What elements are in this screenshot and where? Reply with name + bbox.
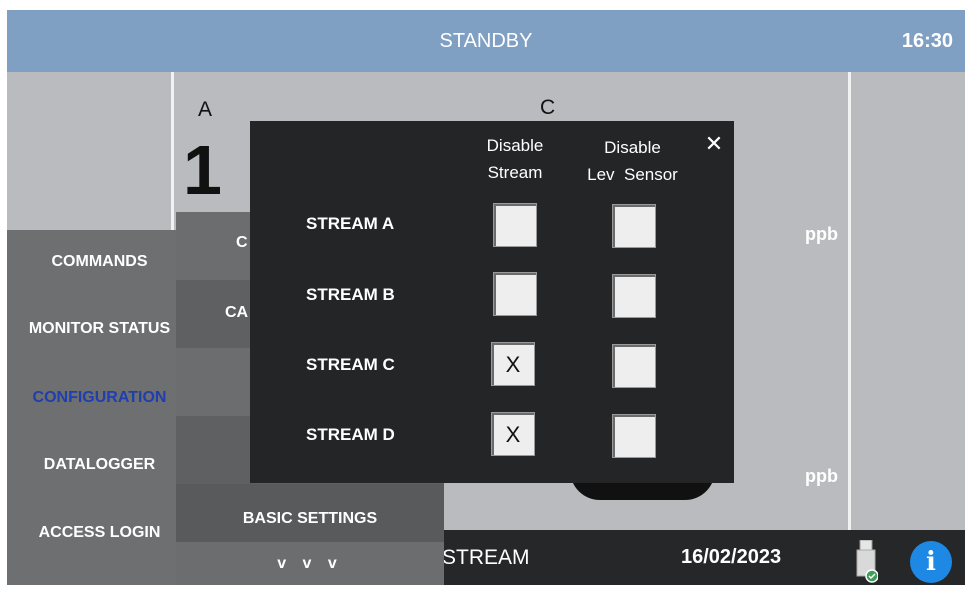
- row-label-stream-d: STREAM D: [306, 425, 395, 444]
- stream-c-letter: C: [540, 96, 556, 119]
- disable-stream-c-checkbox[interactable]: X: [491, 342, 535, 386]
- menu-item-access-login[interactable]: ACCESS LOGIN: [7, 503, 192, 563]
- clock-time: 16:30: [901, 30, 953, 52]
- submenu-item-2-label: CA: [225, 304, 249, 321]
- top-header: STANDBY 16:30: [7, 10, 965, 72]
- unit-ppb-lower: ppb: [805, 466, 838, 486]
- row-label-stream-b: STREAM B: [306, 285, 395, 304]
- status-date: 16/02/2023: [681, 546, 782, 568]
- disable-stream-header-line2: Stream: [487, 163, 543, 182]
- stream-a-letter: A: [198, 98, 213, 121]
- disable-stream-d-checkbox[interactable]: X: [491, 412, 535, 456]
- disable-lev-sensor-header: Disable Lev Sensor: [570, 134, 695, 188]
- disable-lev-sensor-d-checkbox[interactable]: [612, 414, 656, 458]
- row-label-stream-a: STREAM A: [306, 214, 395, 233]
- submenu-more-arrows[interactable]: v v v: [176, 542, 444, 585]
- unit-ppb-upper: ppb: [805, 224, 838, 244]
- disable-stream-header-line1: Disable: [486, 136, 544, 155]
- submenu-item-1-label: C: [236, 234, 248, 251]
- close-icon[interactable]: ✕: [703, 133, 725, 155]
- status-stream-label: STREAM: [442, 546, 530, 569]
- disable-stream-a-checkbox[interactable]: [493, 203, 537, 247]
- disable-lev-sensor-a-checkbox[interactable]: [612, 204, 656, 248]
- disable-lev-sensor-c-checkbox[interactable]: [612, 344, 656, 388]
- menu-item-commands[interactable]: COMMANDS: [7, 232, 192, 292]
- status-title: STANDBY: [439, 30, 533, 52]
- menu-item-configuration[interactable]: CONFIGURATION: [7, 368, 192, 428]
- side-menu: COMMANDS MONITOR STATUS CONFIGURATION DA…: [7, 230, 192, 585]
- disable-stream-header: Disable Stream: [470, 132, 560, 186]
- submenu-basic-settings[interactable]: BASIC SETTINGS: [176, 488, 444, 550]
- menu-item-datalogger[interactable]: DATALOGGER: [7, 435, 192, 495]
- disable-lev-sensor-header-line1: Disable: [604, 138, 661, 157]
- divider-right: [848, 72, 851, 532]
- stream-a-value: 1: [183, 131, 222, 209]
- disable-stream-b-checkbox[interactable]: [493, 272, 537, 316]
- disable-lev-sensor-b-checkbox[interactable]: [612, 274, 656, 318]
- usb-drive-icon[interactable]: [854, 539, 879, 584]
- menu-item-monitor-status[interactable]: MONITOR STATUS: [7, 299, 192, 359]
- info-icon[interactable]: i: [910, 541, 952, 583]
- row-label-stream-c: STREAM C: [306, 355, 395, 374]
- disable-lev-sensor-header-line2: Lev Sensor: [587, 165, 678, 184]
